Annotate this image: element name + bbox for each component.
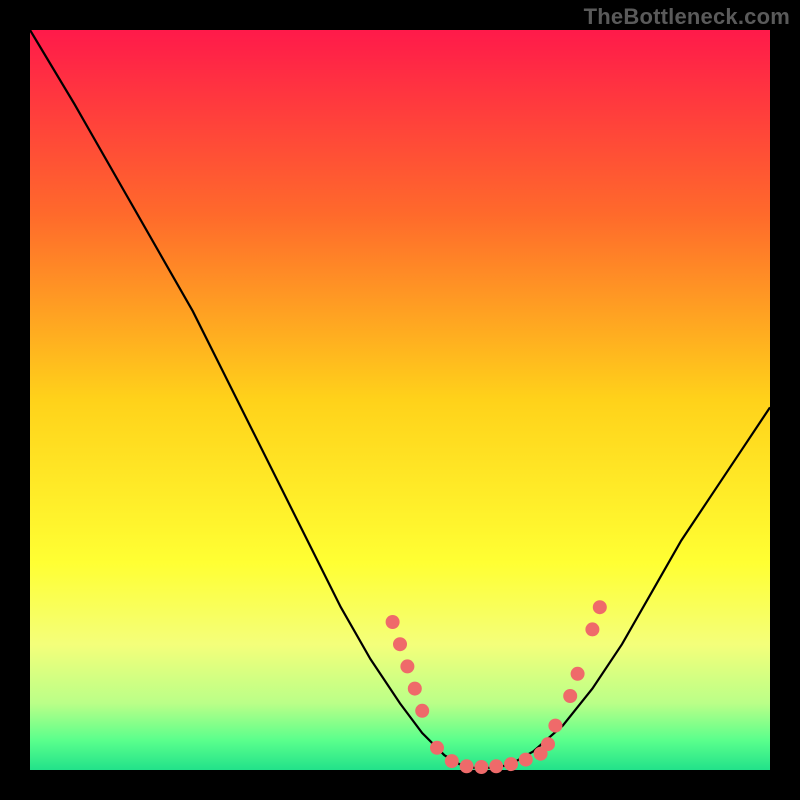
marker-point (474, 760, 488, 774)
marker-point (548, 719, 562, 733)
marker-point (415, 704, 429, 718)
marker-point (593, 600, 607, 614)
marker-point (563, 689, 577, 703)
marker-point (504, 757, 518, 771)
marker-point (489, 759, 503, 773)
gradient-background (30, 30, 770, 770)
watermark-text: TheBottleneck.com (584, 4, 790, 30)
marker-point (445, 754, 459, 768)
marker-point (386, 615, 400, 629)
marker-point (519, 753, 533, 767)
chart-container: { "watermark": "TheBottleneck.com", "cha… (0, 0, 800, 800)
marker-point (571, 667, 585, 681)
bottleneck-chart (0, 0, 800, 800)
marker-point (400, 659, 414, 673)
marker-point (430, 741, 444, 755)
marker-point (541, 737, 555, 751)
marker-point (393, 637, 407, 651)
marker-point (460, 759, 474, 773)
marker-point (585, 622, 599, 636)
marker-point (408, 682, 422, 696)
